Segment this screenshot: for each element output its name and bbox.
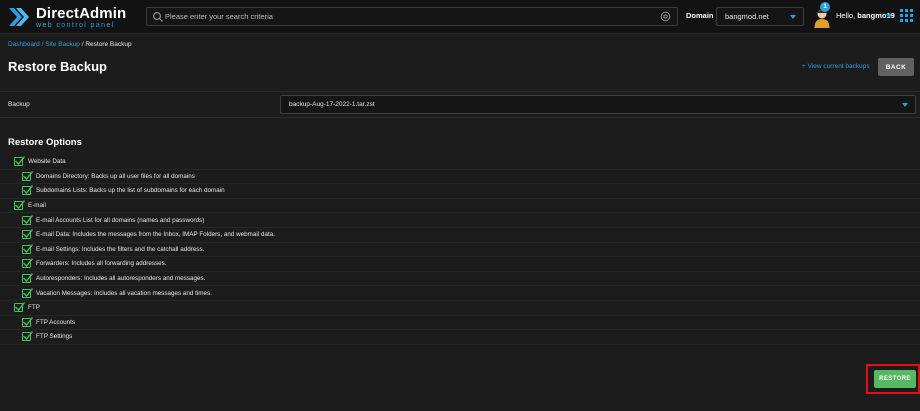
checkbox-checked-icon[interactable] [22, 170, 33, 181]
backup-label: Backup [8, 101, 30, 108]
checkbox-checked-icon[interactable] [22, 229, 33, 240]
directadmin-logo-icon [9, 8, 29, 26]
logo-title: DirectAdmin [36, 4, 127, 22]
search-box [146, 7, 678, 26]
restore-options-title: Restore Options [8, 137, 82, 148]
restore-button[interactable]: RESTORE [874, 370, 916, 388]
top-bar: DirectAdmin web control panel Domain ban… [0, 0, 920, 34]
search-input[interactable] [165, 8, 645, 25]
backup-selected-value: backup-Aug-17-2022-1.tar.zst [289, 101, 375, 108]
option-email-data[interactable]: E-mail Data: Includes the messages from … [0, 228, 920, 243]
option-label: FTP Settings [36, 333, 73, 341]
user-menu-chevron-icon[interactable] [886, 14, 892, 18]
breadcrumb: Dashboard / Site Backup / Restore Backup [8, 41, 132, 48]
search-icon [153, 12, 163, 22]
checkbox-checked-icon[interactable] [22, 287, 33, 298]
greeting-text: Hello, [836, 11, 856, 20]
clear-search-icon[interactable] [660, 11, 671, 22]
breadcrumb-current: Restore Backup [85, 41, 132, 48]
chevron-down-icon [790, 15, 796, 19]
chevron-down-icon [902, 103, 908, 107]
checkbox-checked-icon[interactable] [22, 243, 33, 254]
option-label: Autoresponders: Includes all autorespond… [36, 275, 206, 283]
restore-options-list: Website Data Domains Directory: Backs up… [0, 155, 920, 345]
checkbox-checked-icon[interactable] [22, 258, 33, 269]
domain-selected-value: bangmod.net [725, 12, 769, 21]
option-subdomains-lists[interactable]: Subdomains Lists: Backs up the list of s… [0, 184, 920, 199]
checkbox-checked-icon[interactable] [14, 200, 25, 211]
checkbox-checked-icon[interactable] [14, 302, 25, 313]
option-label: Vacation Messages: Includes all vacation… [36, 289, 212, 297]
option-website-data[interactable]: Website Data [0, 155, 920, 170]
option-label: FTP [28, 304, 40, 312]
domain-label: Domain [686, 11, 714, 20]
option-ftp-accounts[interactable]: FTP Accounts [0, 316, 920, 331]
option-email-settings[interactable]: E-mail Settings: Includes the filters an… [0, 243, 920, 258]
back-button[interactable]: BACK [878, 58, 914, 76]
option-autoresponders[interactable]: Autoresponders: Includes all autorespond… [0, 272, 920, 287]
option-email-accounts[interactable]: E-mail Accounts List for all domains (na… [0, 213, 920, 228]
checkbox-checked-icon[interactable] [22, 185, 33, 196]
option-label: Subdomains Lists: Backs up the list of s… [36, 187, 225, 195]
option-label: E-mail [28, 202, 46, 210]
apps-grid-icon[interactable] [900, 9, 913, 22]
option-label: E-mail Data: Includes the messages from … [36, 231, 275, 239]
option-ftp-settings[interactable]: FTP Settings [0, 330, 920, 345]
option-label: Forwarders: Includes all forwarding addr… [36, 260, 167, 268]
breadcrumb-site-backup[interactable]: Site Backup [45, 41, 80, 48]
view-current-backups-link[interactable]: + View current backups [802, 63, 870, 70]
breadcrumb-dashboard[interactable]: Dashboard [8, 41, 40, 48]
option-vacation-messages[interactable]: Vacation Messages: Includes all vacation… [0, 286, 920, 301]
checkbox-checked-icon[interactable] [22, 273, 33, 284]
option-label: E-mail Settings: Includes the filters an… [36, 245, 205, 253]
checkbox-checked-icon[interactable] [14, 156, 25, 167]
option-label: E-mail Accounts List for all domains (na… [36, 216, 205, 224]
option-forwarders[interactable]: Forwarders: Includes all forwarding addr… [0, 257, 920, 272]
option-email[interactable]: E-mail [0, 199, 920, 214]
page-title: Restore Backup [8, 59, 107, 74]
option-label: FTP Accounts [36, 318, 76, 326]
option-ftp[interactable]: FTP [0, 301, 920, 316]
checkbox-checked-icon[interactable] [22, 214, 33, 225]
domain-select[interactable]: bangmod.net [716, 7, 804, 26]
logo-subtitle: web control panel [36, 21, 115, 29]
checkbox-checked-icon[interactable] [22, 331, 33, 342]
option-label: Website Data [28, 158, 66, 166]
backup-row: Backup backup-Aug-17-2022-1.tar.zst [0, 91, 920, 118]
option-label: Domains Directory: Backs up all user fil… [36, 172, 195, 180]
option-domains-directory[interactable]: Domains Directory: Backs up all user fil… [0, 170, 920, 185]
checkbox-checked-icon[interactable] [22, 316, 33, 327]
notification-badge[interactable]: 1 [820, 2, 830, 12]
logo[interactable]: DirectAdmin web control panel [8, 5, 126, 29]
backup-select[interactable]: backup-Aug-17-2022-1.tar.zst [280, 95, 916, 114]
